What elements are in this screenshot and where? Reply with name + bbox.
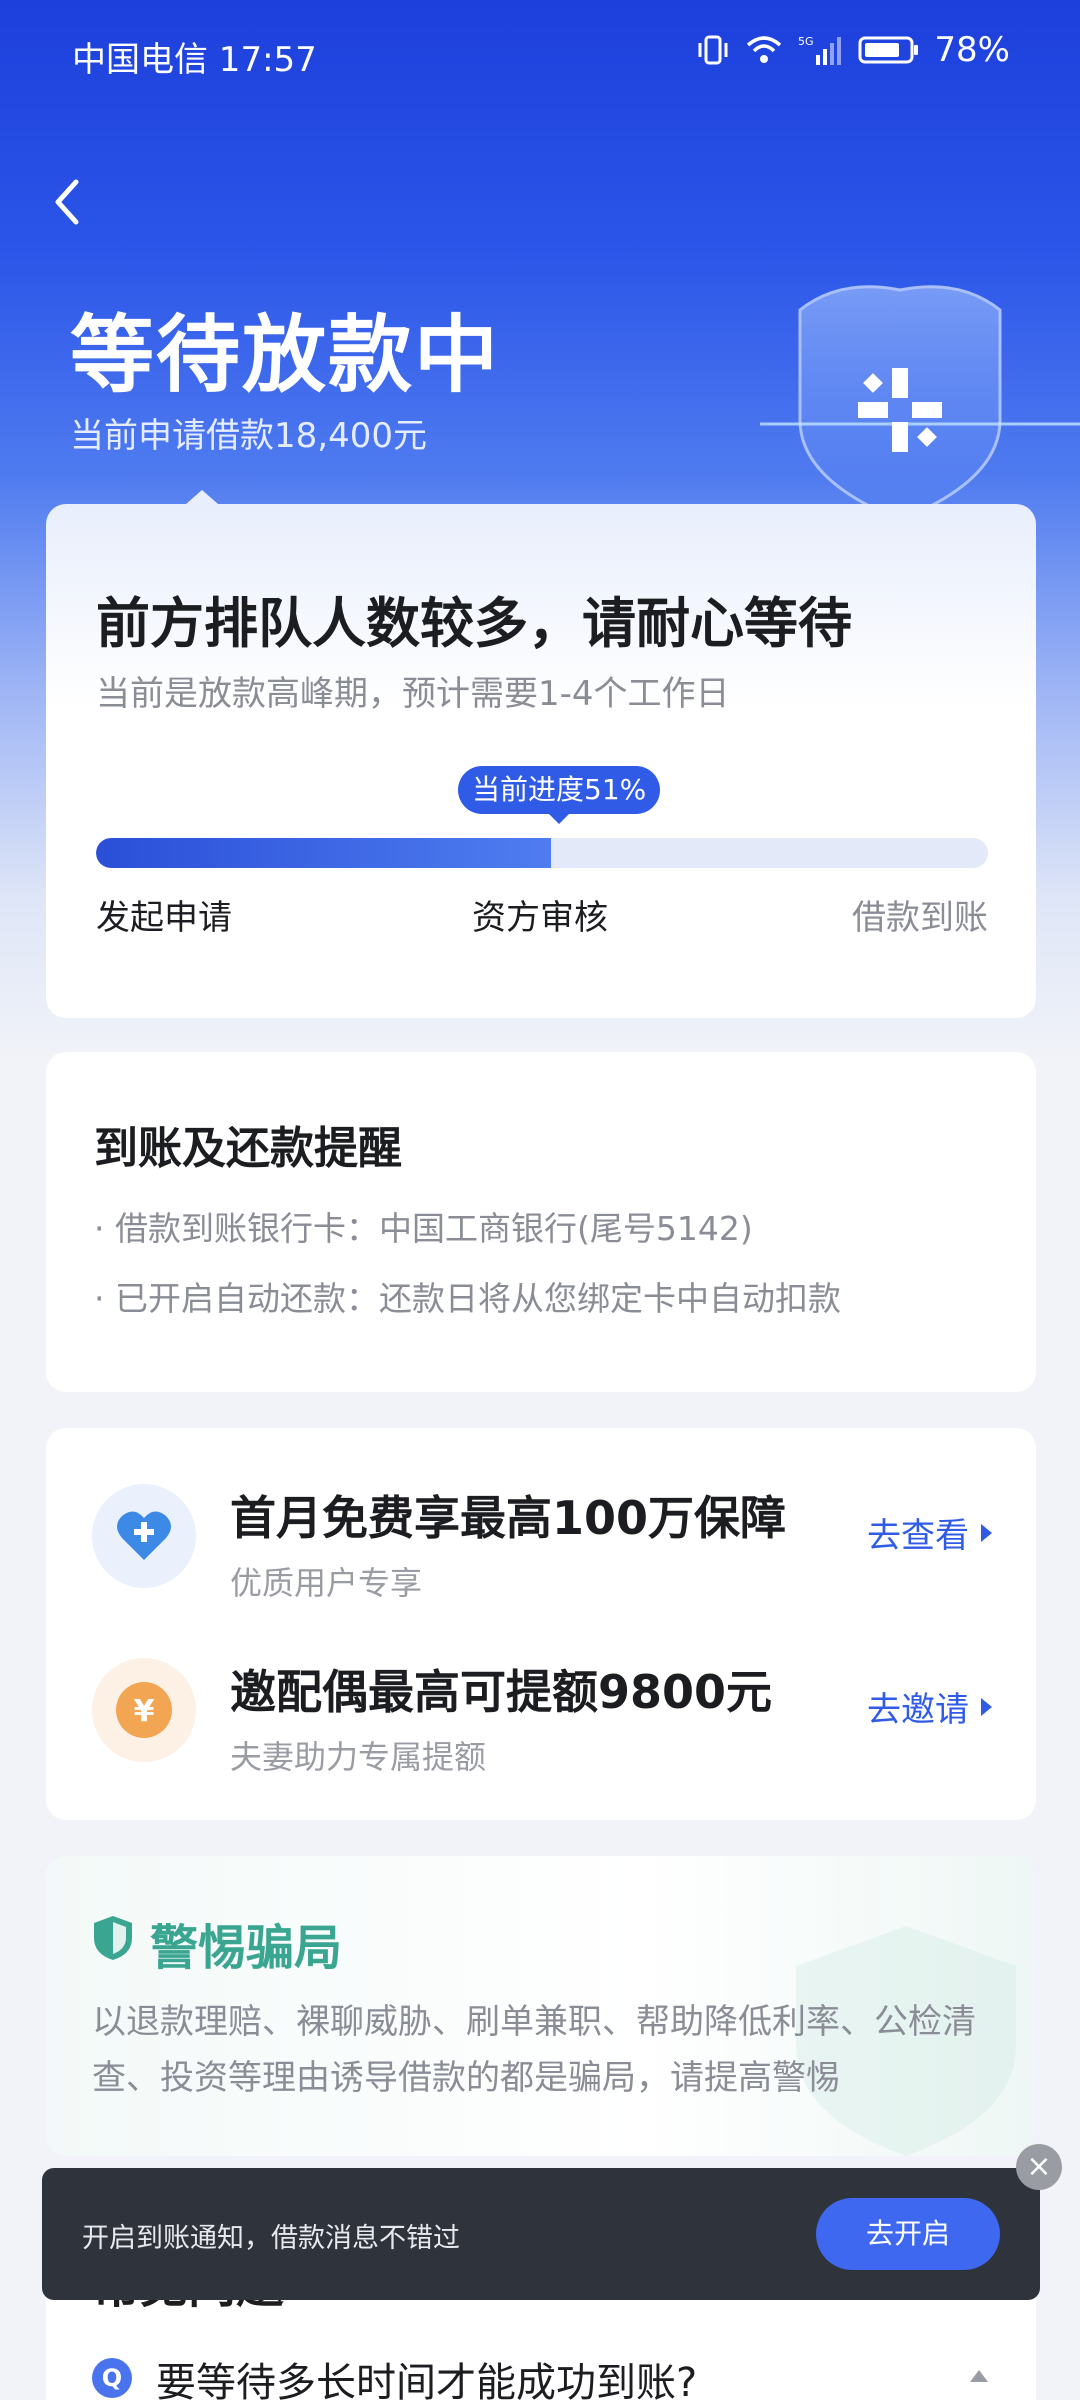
reminder-bank-card: · 借款到账银行卡：中国工商银行(尾号5142): [94, 1209, 753, 1248]
vibrate-icon: [696, 33, 730, 67]
heart-plus-icon: [92, 1484, 196, 1588]
promo-title: 首月免费享最高100万保障: [230, 1491, 787, 1545]
promo-desc: 优质用户专享: [230, 1564, 423, 1602]
caret-right-icon: [981, 1523, 992, 1542]
progress-badge: 当前进度51%: [458, 766, 661, 824]
faq-question[interactable]: 要等待多长时间才能成功到账?: [156, 2350, 697, 2400]
step-apply: 发起申请: [96, 898, 232, 938]
signal-5g-icon: 5G: [798, 33, 844, 67]
question-icon: Q: [92, 2358, 132, 2398]
view-link-label: 去查看: [867, 1516, 969, 1556]
bank-shield-icon: [760, 280, 1080, 522]
step-arrival: 借款到账: [852, 898, 988, 938]
close-icon[interactable]: ×: [1016, 2144, 1062, 2190]
warning-title: 警惕骗局: [150, 1920, 343, 1976]
notification-toast: 开启到账通知，借款消息不错过 去开启: [42, 2168, 1040, 2300]
status-icons: 5G 78%: [696, 30, 1010, 70]
queue-title: 前方排队人数较多，请耐心等待: [96, 592, 852, 655]
page-title: 等待放款中: [70, 306, 501, 404]
progress-fill: [96, 838, 551, 868]
fraud-warning-card: 警惕骗局 以退款理赔、裸聊威胁、刷单兼职、帮助降低利率、公检清查、投资等理由诱导…: [46, 1856, 1036, 2156]
queue-subtitle: 当前是放款高峰期，预计需要1-4个工作日: [96, 674, 730, 714]
svg-text:5G: 5G: [798, 35, 814, 48]
shield-icon: [94, 1916, 132, 1960]
collapse-arrow-icon[interactable]: [970, 2370, 988, 2382]
reminder-auto-repay: · 已开启自动还款：还款日将从您绑定卡中自动扣款: [94, 1279, 841, 1318]
reminder-title: 到账及还款提醒: [94, 1123, 402, 1174]
invite-link[interactable]: 去邀请: [867, 1682, 992, 1731]
warning-text: 以退款理赔、裸聊威胁、刷单兼职、帮助降低利率、公检清查、投资等理由诱导借款的都是…: [92, 2002, 976, 2098]
promo-item-insurance[interactable]: 首月免费享最高100万保障 优质用户专享 去查看: [46, 1468, 1036, 1618]
wifi-icon: [744, 33, 784, 67]
view-link[interactable]: 去查看: [867, 1508, 992, 1557]
loan-amount-subtitle: 当前申请借款18,400元: [70, 416, 427, 456]
step-review: 资方审核: [472, 898, 608, 938]
promo-item-invite[interactable]: ¥ 邀配偶最高可提额9800元 夫妻助力专属提额 去邀请: [46, 1642, 1036, 1792]
back-button[interactable]: [44, 168, 104, 238]
yuan-coin-icon: ¥: [92, 1658, 196, 1762]
promo-desc: 夫妻助力专属提额: [230, 1738, 487, 1776]
invite-link-label: 去邀请: [867, 1690, 969, 1730]
battery-icon: [858, 33, 920, 67]
toast-text: 开启到账通知，借款消息不错过: [82, 2223, 460, 2254]
enable-notification-button[interactable]: 去开启: [816, 2198, 1000, 2270]
caret-right-icon: [981, 1697, 992, 1716]
svg-text:¥: ¥: [134, 1694, 155, 1729]
carrier-time: 中国电信 17:57: [72, 40, 317, 80]
battery-percent: 78%: [934, 30, 1010, 70]
reminder-card: 到账及还款提醒 · 借款到账银行卡：中国工商银行(尾号5142) · 已开启自动…: [46, 1052, 1036, 1392]
status-bar: 中国电信 17:57 5G 78%: [0, 0, 1080, 104]
progress-track: [96, 838, 988, 868]
back-arrow-icon: [55, 179, 79, 225]
progress-card: 前方排队人数较多，请耐心等待 当前是放款高峰期，预计需要1-4个工作日 当前进度…: [46, 490, 1036, 1018]
promo-title: 邀配偶最高可提额9800元: [230, 1665, 773, 1719]
card-notch: [186, 490, 218, 504]
promo-card: 首月免费享最高100万保障 优质用户专享 去查看 ¥ 邀配偶最高可提额9800元…: [46, 1428, 1036, 1820]
